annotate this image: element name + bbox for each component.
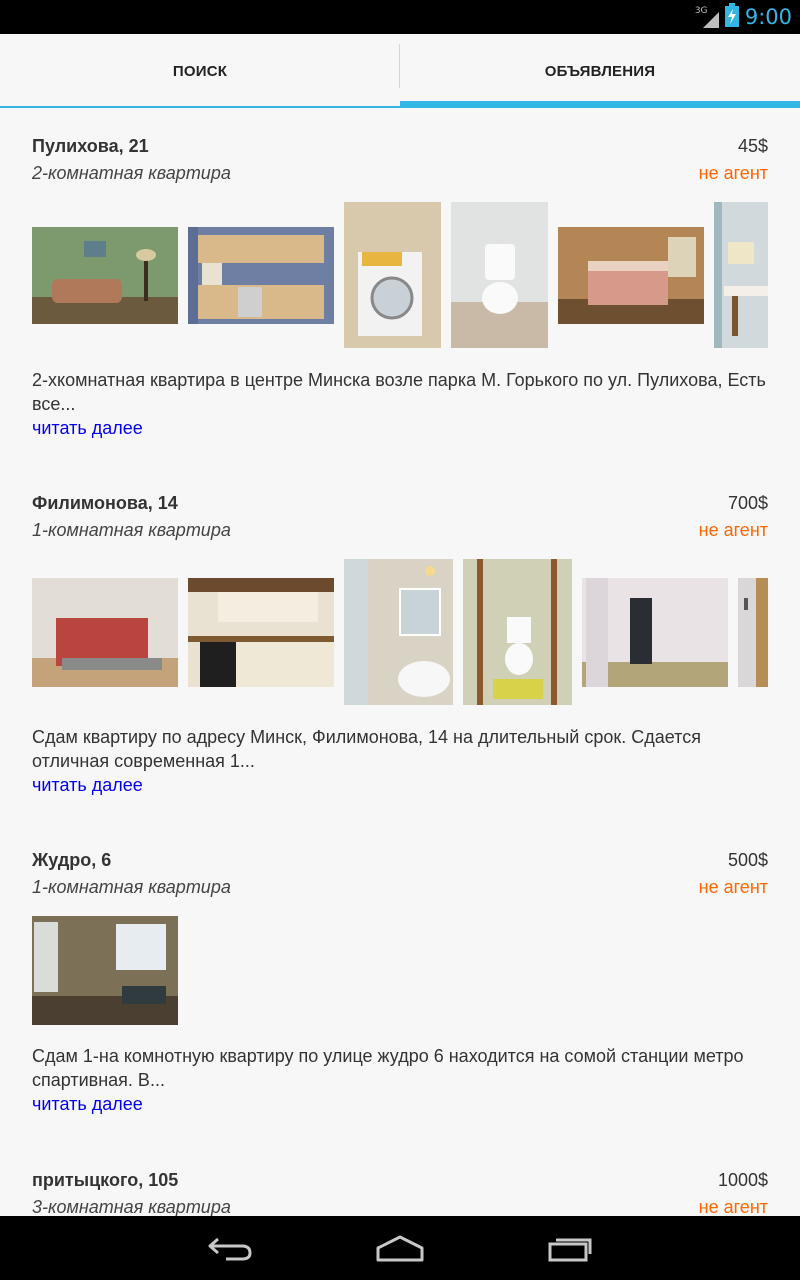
listing-agent-status: не агент	[698, 877, 768, 897]
listing-card[interactable]: Филимонова, 14 700$ 1-комнатная квартира…	[32, 493, 768, 813]
listing-rooms: 1-комнатная квартира	[32, 520, 231, 540]
status-bar: 3G 9:00	[0, 0, 800, 34]
listing-price: 45$	[737, 136, 768, 156]
tab-selected-indicator	[400, 101, 800, 108]
photo-washing-machine[interactable]	[344, 202, 441, 348]
photo-strip[interactable]	[32, 916, 768, 1025]
photo-bedroom[interactable]	[558, 227, 704, 324]
listing-agent-status: не агент	[698, 1197, 768, 1216]
battery-icon	[724, 2, 739, 32]
read-more-link[interactable]: читать далее	[32, 418, 143, 439]
tab-bar: ПОИСК ОБЪЯВЛЕНИЯ	[0, 34, 800, 108]
listing-price: 500$	[727, 850, 768, 870]
tab-listings[interactable]: ОБЪЯВЛЕНИЯ	[400, 34, 800, 108]
listing-price: 1000$	[717, 1170, 768, 1190]
listing-address: притыцкого, 105	[32, 1170, 179, 1190]
home-icon[interactable]	[370, 1232, 430, 1264]
photo-toilet[interactable]	[463, 559, 572, 705]
recent-apps-icon[interactable]	[540, 1232, 600, 1264]
photo-kitchen[interactable]	[188, 578, 334, 687]
listing-agent-status: не агент	[698, 163, 768, 183]
photo-bathroom-sink[interactable]	[344, 559, 453, 705]
signal-icon: 3G	[695, 4, 719, 30]
photo-kitchen[interactable]	[188, 227, 334, 324]
photo-door[interactable]	[738, 578, 768, 687]
photo-bedroom[interactable]	[32, 578, 178, 687]
photo-dining-area[interactable]	[714, 202, 768, 348]
listing-description: 2-хкомнатная квартира в центре Минска во…	[32, 370, 766, 414]
listing-price: 700$	[727, 493, 768, 513]
listing-description: Сдам 1-на комнотную квартиру по улице жу…	[32, 1046, 744, 1090]
tab-listings-label: ОБЪЯВЛЕНИЯ	[544, 62, 656, 80]
listing-address: Жудро, 6	[32, 850, 112, 870]
listing-agent-status: не агент	[698, 520, 768, 540]
read-more-link[interactable]: читать далее	[32, 1094, 143, 1115]
photo-toilet[interactable]	[451, 202, 548, 348]
photo-strip[interactable]	[32, 202, 768, 348]
listing-card[interactable]: притыцкого, 105 1000$ 3-комнатная кварти…	[32, 1170, 768, 1216]
clock: 9:00	[744, 5, 792, 29]
listing-card[interactable]: Пулихова, 21 45$ 2-комнатная квартира не…	[32, 136, 768, 456]
listing-card[interactable]: Жудро, 6 500$ 1-комнатная квартира не аг…	[32, 850, 768, 1130]
listing-address: Филимонова, 14	[32, 493, 178, 513]
listing-rooms: 1-комнатная квартира	[32, 877, 231, 897]
listings-list[interactable]: Пулихова, 21 45$ 2-комнатная квартира не…	[0, 108, 800, 1216]
photo-living-room[interactable]	[32, 227, 178, 324]
photo-strip[interactable]	[32, 559, 768, 705]
tab-search-label: ПОИСК	[172, 62, 228, 80]
photo-room-with-window[interactable]	[32, 916, 178, 1025]
listing-rooms: 3-комнатная квартира	[32, 1197, 231, 1216]
photo-hallway[interactable]	[582, 578, 728, 687]
read-more-link[interactable]: читать далее	[32, 775, 143, 796]
navigation-bar	[0, 1216, 800, 1280]
back-icon[interactable]	[200, 1232, 260, 1264]
listing-description: Сдам квартиру по адресу Минск, Филимонов…	[32, 727, 701, 771]
listing-address: Пулихова, 21	[32, 136, 149, 156]
tab-search[interactable]: ПОИСК	[0, 34, 400, 108]
listing-rooms: 2-комнатная квартира	[32, 163, 231, 183]
